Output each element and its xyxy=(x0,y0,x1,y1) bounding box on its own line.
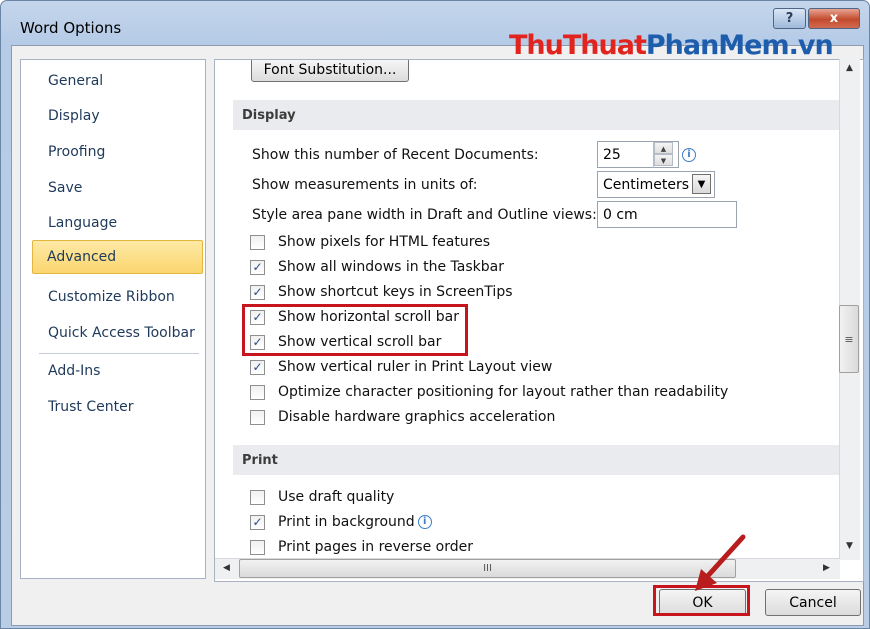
scroll-down-icon[interactable]: ▼ xyxy=(846,541,853,551)
sidebar-item-trust-center[interactable]: Trust Center xyxy=(22,390,204,424)
checkbox-checked[interactable]: ✓ xyxy=(250,259,265,275)
checkbox-checked[interactable]: ✓ xyxy=(250,359,265,375)
sidebar-item-general[interactable]: General xyxy=(22,64,204,98)
recent-documents-spinner[interactable]: ▲ ▼ xyxy=(653,142,673,168)
option-disable-hardware-acceleration[interactable]: Disable hardware graphics acceleration xyxy=(250,406,555,428)
advanced-options-pane: Font Substitution... Display Show this n… xyxy=(214,59,864,582)
scroll-left-icon[interactable]: ◀ xyxy=(223,563,230,573)
grip-icon: III xyxy=(483,563,492,574)
print-section-heading: Print xyxy=(233,445,839,475)
sidebar-item-add-ins[interactable]: Add-Ins xyxy=(22,354,204,388)
sidebar-item-customize-ribbon[interactable]: Customize Ribbon xyxy=(22,280,204,314)
spin-up-icon[interactable]: ▲ xyxy=(654,142,673,154)
window-title: Word Options xyxy=(20,19,122,37)
watermark-logo: ThuThuatPhanMem.vn xyxy=(509,30,834,61)
checkbox-checked[interactable]: ✓ xyxy=(250,284,265,300)
info-icon: i xyxy=(417,515,432,529)
sidebar-item-save[interactable]: Save xyxy=(22,171,204,205)
horizontal-scroll-thumb[interactable]: III xyxy=(239,559,736,578)
spin-down-icon[interactable]: ▼ xyxy=(654,154,673,166)
vertical-scroll-thumb[interactable]: ≡ xyxy=(839,305,859,373)
sidebar-item-display[interactable]: Display xyxy=(22,99,204,133)
checkbox-unchecked[interactable] xyxy=(250,234,265,250)
info-icon: i xyxy=(682,148,696,162)
option-show-windows-taskbar[interactable]: ✓ Show all windows in the Taskbar xyxy=(250,256,504,278)
checkbox-checked[interactable]: ✓ xyxy=(250,514,265,530)
checkbox-unchecked[interactable] xyxy=(250,489,265,505)
grip-icon: ≡ xyxy=(844,332,854,346)
options-sidebar: General Display Proofing Save Language A… xyxy=(20,59,206,579)
sidebar-item-quick-access-toolbar[interactable]: Quick Access Toolbar xyxy=(22,316,204,350)
scroll-up-icon[interactable]: ▲ xyxy=(846,63,853,73)
style-area-width-input[interactable]: 0 cm xyxy=(597,201,737,228)
option-show-vertical-ruler[interactable]: ✓ Show vertical ruler in Print Layout vi… xyxy=(250,356,552,378)
help-button[interactable]: ? xyxy=(773,8,806,29)
recent-documents-label: Show this number of Recent Documents: xyxy=(252,147,539,163)
option-show-shortcut-keys[interactable]: ✓ Show shortcut keys in ScreenTips xyxy=(250,281,513,303)
option-print-reverse-order[interactable]: Print pages in reverse order xyxy=(250,536,473,558)
style-area-width-label: Style area pane width in Draft and Outli… xyxy=(252,207,597,223)
scroll-right-icon[interactable]: ▶ xyxy=(823,563,830,573)
option-use-draft-quality[interactable]: Use draft quality xyxy=(250,486,394,508)
option-show-pixels-html[interactable]: Show pixels for HTML features xyxy=(250,231,490,253)
display-section-heading: Display xyxy=(233,100,839,130)
cancel-button[interactable]: Cancel xyxy=(765,589,861,616)
option-optimize-character-positioning[interactable]: Optimize character positioning for layou… xyxy=(250,381,728,403)
chevron-down-icon[interactable]: ▼ xyxy=(692,174,711,194)
font-substitution-button[interactable]: Font Substitution... xyxy=(251,60,409,82)
sidebar-item-language[interactable]: Language xyxy=(22,206,204,240)
scroll-bar-options-highlight xyxy=(242,304,468,356)
sidebar-item-proofing[interactable]: Proofing xyxy=(22,135,204,169)
word-options-dialog: Word Options ? x General Display Proofin… xyxy=(0,0,870,629)
checkbox-unchecked[interactable] xyxy=(250,409,265,425)
measurement-units-label: Show measurements in units of: xyxy=(252,177,478,193)
close-icon: x xyxy=(829,11,839,26)
checkbox-unchecked[interactable] xyxy=(250,384,265,400)
checkbox-unchecked[interactable] xyxy=(250,539,265,555)
option-print-in-background[interactable]: ✓ Print in background i xyxy=(250,511,432,533)
sidebar-item-advanced[interactable]: Advanced xyxy=(32,240,203,274)
help-icon: ? xyxy=(785,11,794,26)
close-button[interactable]: x xyxy=(808,8,860,29)
annotation-arrow xyxy=(695,534,746,591)
